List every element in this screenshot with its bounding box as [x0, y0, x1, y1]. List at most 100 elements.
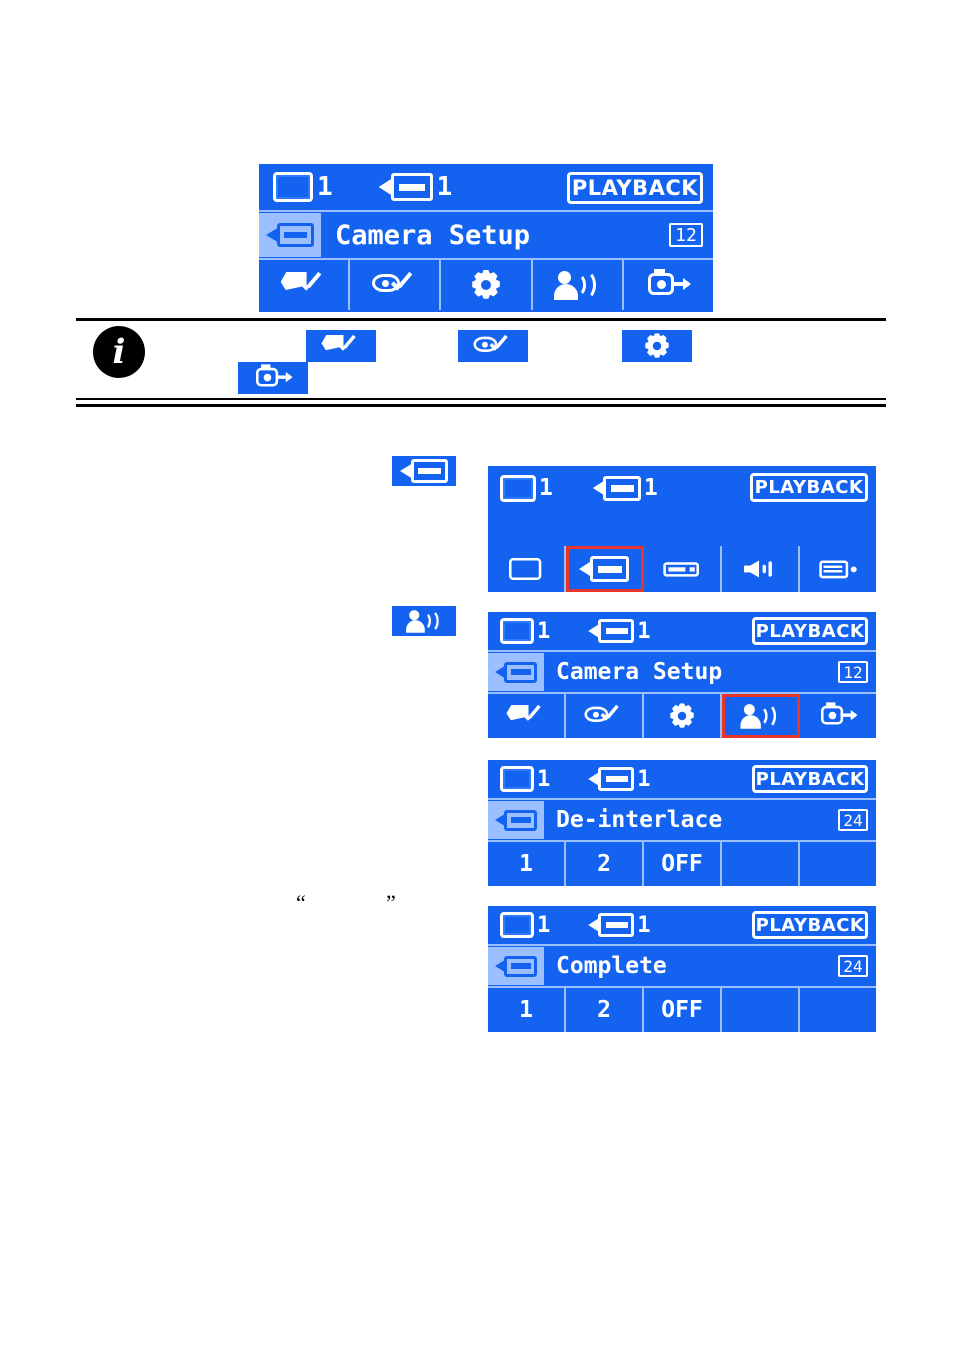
- camcorder-icon: [592, 475, 641, 501]
- camcorder-icon: [579, 556, 629, 582]
- playback-badge: PLAYBACK: [752, 765, 868, 793]
- tv-icon: [500, 766, 534, 792]
- page-badge: 24: [838, 955, 868, 977]
- device-strip-spacer: [488, 510, 876, 546]
- camcorder-icon: [588, 913, 635, 937]
- quote-open: “: [296, 890, 306, 915]
- value-cell-5[interactable]: [800, 988, 876, 1032]
- menu-item-flag-check[interactable]: [488, 694, 566, 738]
- page-badge: 12: [669, 223, 703, 247]
- page-badge: 24: [838, 809, 868, 831]
- status-bar: 1 1 PLAYBACK: [488, 906, 876, 946]
- value-cell-2[interactable]: 2: [566, 842, 644, 886]
- value-cell-off[interactable]: OFF: [644, 988, 722, 1032]
- title-row: Camera Setup 12: [488, 652, 876, 694]
- title-camcorder-chip: [488, 653, 544, 691]
- note-chip-camera-exit: [238, 362, 308, 394]
- title-camcorder-chip: [488, 801, 544, 839]
- deck-icon: [662, 555, 701, 584]
- camcorder-icon: [400, 459, 448, 483]
- title-row: Camera Setup 12: [259, 212, 713, 260]
- value-cell-1[interactable]: 1: [488, 988, 566, 1032]
- info-icon: i: [93, 326, 145, 378]
- camera-exit-icon: [818, 702, 858, 731]
- callout-chip-camcorder: [392, 456, 456, 486]
- title-camcorder-chip: [488, 947, 544, 985]
- camera-number: 1: [643, 475, 658, 501]
- lcd-panel-device-select: 1 1 PLAYBACK: [488, 466, 876, 592]
- tv-number: 1: [317, 172, 333, 202]
- device-item-camcorder[interactable]: [566, 546, 644, 592]
- menu-item-gear[interactable]: [644, 694, 722, 738]
- playback-badge: PLAYBACK: [750, 473, 868, 502]
- menu-icon-strip: [259, 260, 713, 310]
- value-cell-2[interactable]: 2: [566, 988, 644, 1032]
- value-cell-off[interactable]: OFF: [644, 842, 722, 886]
- camcorder-icon: [378, 173, 433, 201]
- menu-title: Camera Setup: [556, 659, 723, 685]
- menu-title: Complete: [556, 953, 667, 979]
- menu-title: De-interlace: [556, 807, 723, 833]
- camera-exit-icon: [645, 268, 692, 302]
- tv-number: 1: [537, 912, 551, 938]
- device-item-audio[interactable]: [722, 546, 800, 592]
- gear-icon: [463, 268, 509, 302]
- title-camcorder-chip: [259, 213, 321, 257]
- value-strip: 1 2 OFF: [488, 988, 876, 1032]
- lcd-panel-camera-setup-person: 1 1 PLAYBACK Camera Setup 12: [488, 612, 876, 738]
- tv-number: 1: [537, 766, 551, 792]
- lcd-panel-de-interlace: 1 1 PLAYBACK De-interlace 24 1 2 OFF: [488, 760, 876, 886]
- status-bar: 1 1 PLAYBACK: [488, 612, 876, 652]
- value-cell-4[interactable]: [722, 842, 800, 886]
- person-arcs-icon: [740, 702, 779, 731]
- flag-check-icon: [280, 268, 327, 302]
- menu-item-person[interactable]: [533, 260, 624, 310]
- device-item-deck[interactable]: [644, 546, 722, 592]
- monitor-icon: [818, 555, 857, 584]
- quote-close: ”: [386, 890, 396, 915]
- tv-number: 1: [537, 618, 551, 644]
- person-arcs-icon: [554, 268, 600, 302]
- value-strip: 1 2 OFF: [488, 842, 876, 886]
- menu-icon-strip: [488, 694, 876, 738]
- tv-icon: [273, 172, 313, 202]
- person-arcs-icon: [406, 608, 442, 635]
- camera-number: 1: [637, 618, 651, 644]
- flag-check-icon: [506, 702, 545, 731]
- camcorder-icon: [588, 619, 635, 643]
- camcorder-icon: [266, 223, 314, 247]
- menu-item-gear[interactable]: [441, 260, 533, 310]
- menu-item-flag-check[interactable]: [259, 260, 351, 310]
- value-cell-5[interactable]: [800, 842, 876, 886]
- flag-check-icon: [321, 332, 360, 361]
- value-cell-1[interactable]: 1: [488, 842, 566, 886]
- playback-badge: PLAYBACK: [567, 172, 703, 204]
- playback-badge: PLAYBACK: [752, 617, 868, 645]
- camcorder-icon: [495, 955, 537, 977]
- menu-item-eye-check[interactable]: [566, 694, 644, 738]
- gear-icon: [662, 702, 701, 731]
- menu-item-camera-exit[interactable]: [624, 260, 713, 310]
- tv-icon: [506, 555, 545, 584]
- status-bar: 1 1 PLAYBACK: [259, 164, 713, 212]
- speaker-icon: [740, 555, 779, 584]
- title-row: De-interlace 24: [488, 800, 876, 842]
- page-badge: 12: [838, 661, 868, 683]
- note-chip-gear: [622, 330, 692, 362]
- value-cell-4[interactable]: [722, 988, 800, 1032]
- device-item-tv[interactable]: [488, 546, 566, 592]
- note-chip-eye-check: [458, 330, 528, 362]
- note-chip-flag-check: [306, 330, 376, 362]
- lcd-panel-complete: 1 1 PLAYBACK Complete 24 1 2 OFF: [488, 906, 876, 1032]
- tv-number: 1: [539, 475, 553, 501]
- eye-check-icon: [584, 702, 623, 731]
- menu-item-eye-check[interactable]: [350, 260, 442, 310]
- menu-item-camera-exit[interactable]: [800, 694, 876, 738]
- menu-item-person[interactable]: [722, 694, 800, 738]
- camera-number: 1: [637, 912, 651, 938]
- camera-number: 1: [637, 766, 651, 792]
- lcd-panel-main-menu: 1 1 PLAYBACK Camera Setup 12: [259, 164, 713, 312]
- tv-icon: [500, 912, 534, 938]
- device-item-monitor[interactable]: [800, 546, 876, 592]
- note-rule-top: [76, 318, 886, 321]
